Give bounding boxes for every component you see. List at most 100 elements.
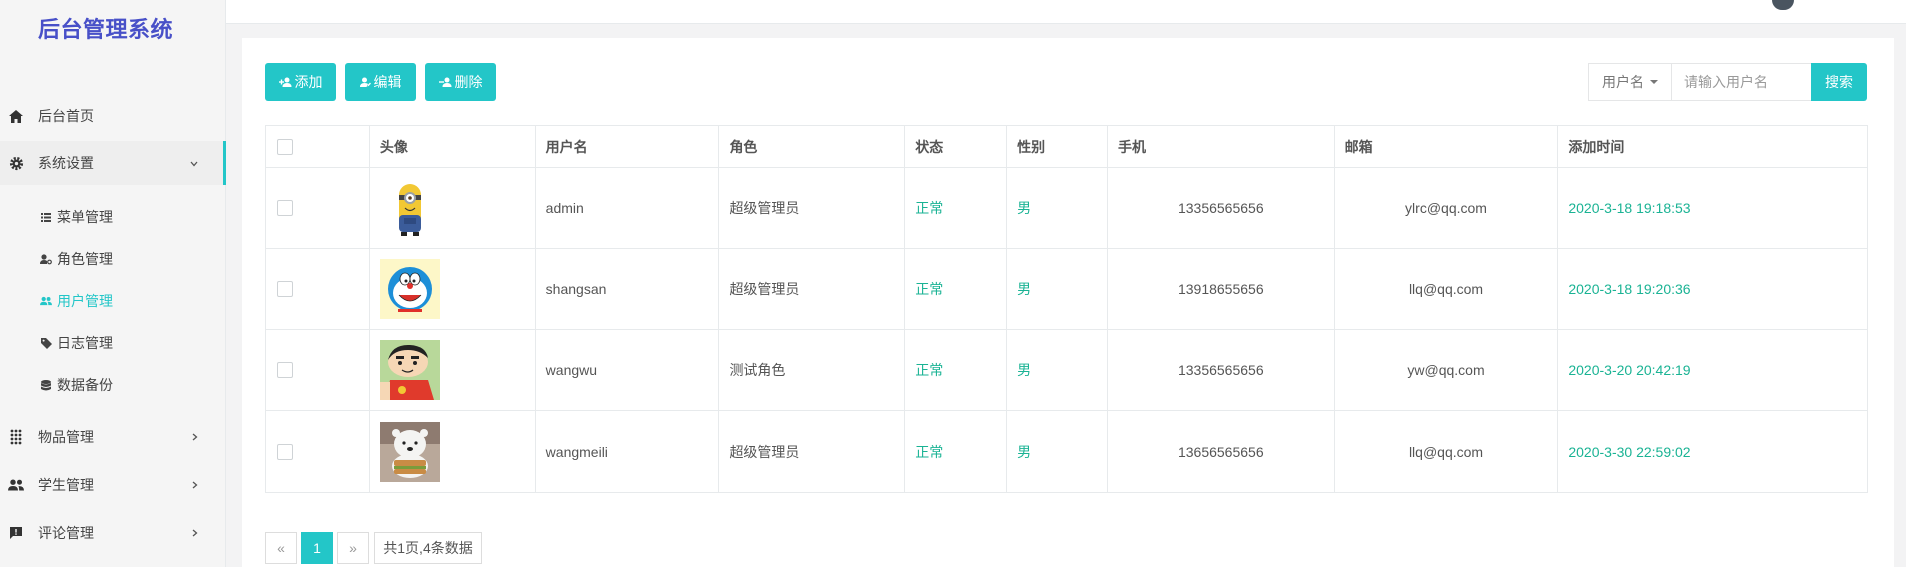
home-icon (8, 108, 24, 124)
main-panel: 添加 编辑 删除 用户名 搜索 头像 用户名 角色 状态 性别 手机 邮箱 添加… (242, 38, 1894, 567)
add-button-label: 添加 (294, 74, 323, 90)
search-field-label: 用户名 (1602, 74, 1644, 90)
pagination-prev[interactable]: « (265, 532, 297, 564)
tag-icon (40, 337, 52, 349)
sidebar-item-role-management[interactable]: 角色管理 (0, 244, 226, 274)
sidebar-item-label: 数据备份 (57, 377, 113, 393)
users-icon (8, 477, 24, 493)
top-bar (226, 0, 1906, 24)
sidebar-item-student-management[interactable]: 学生管理 (0, 463, 226, 507)
user-plus-icon (278, 77, 291, 87)
sidebar-item-label: 学生管理 (38, 477, 94, 493)
sidebar-item-label: 用户管理 (57, 293, 113, 309)
gear-icon (8, 155, 24, 171)
sidebar-item-goods-management[interactable]: 物品管理 (0, 415, 226, 459)
avatar-doraemon (379, 259, 440, 319)
avatar-cell (370, 249, 536, 329)
phone-cell: 13656565656 (1108, 411, 1335, 492)
username-cell: shangsan (536, 249, 720, 329)
avatar-crayon-shin (379, 340, 440, 400)
edit-button-label: 编辑 (373, 74, 402, 90)
user-avatar[interactable] (1772, 0, 1794, 10)
header-select-cell (266, 126, 370, 167)
email-cell: llq@qq.com (1335, 411, 1559, 492)
phone-cell: 13918655656 (1108, 249, 1335, 329)
gender-cell: 男 (1007, 249, 1108, 329)
edit-button[interactable]: 编辑 (345, 63, 416, 101)
row-checkbox[interactable] (277, 443, 293, 460)
phone-cell: 13356565656 (1108, 168, 1335, 248)
delete-button-label: 删除 (454, 74, 483, 90)
column-header-created: 添加时间 (1568, 138, 1625, 155)
sidebar-item-log-management[interactable]: 日志管理 (0, 328, 226, 358)
phone-cell: 13356565656 (1108, 330, 1335, 410)
grid-dots-icon (8, 429, 24, 445)
add-button[interactable]: 添加 (265, 63, 336, 101)
users-table: 头像 用户名 角色 状态 性别 手机 邮箱 添加时间 admin 超级管理员 正… (265, 125, 1868, 493)
select-all-checkbox[interactable] (277, 138, 293, 155)
pagination-page-1[interactable]: 1 (301, 532, 333, 564)
table-header: 头像 用户名 角色 状态 性别 手机 邮箱 添加时间 (266, 126, 1867, 168)
database-icon (40, 379, 52, 391)
status-cell: 正常 (905, 249, 1008, 329)
role-cell: 超级管理员 (719, 249, 906, 329)
sidebar-item-user-management[interactable]: 用户管理 (0, 286, 226, 316)
column-header-gender: 性别 (1007, 126, 1108, 167)
column-header-status: 状态 (905, 126, 1008, 167)
row-checkbox[interactable] (277, 362, 293, 378)
email-cell: ylrc@qq.com (1335, 168, 1559, 248)
sidebar: 后台管理系统 后台首页 系统设置 菜单管理 角色管理 用户管理 日志管理 数据备… (0, 0, 226, 567)
sidebar-item-comment-management[interactable]: 评论管理 (0, 511, 226, 555)
row-select-cell (266, 411, 370, 492)
active-indicator (223, 141, 226, 185)
pagination-next[interactable]: » (337, 532, 369, 564)
column-header-role: 角色 (719, 126, 906, 167)
role-cell: 超级管理员 (719, 411, 906, 492)
username-cell: wangmeili (536, 411, 720, 492)
avatar-minion (379, 178, 440, 238)
app-title: 后台管理系统 (38, 17, 174, 42)
row-checkbox[interactable] (277, 281, 293, 297)
sidebar-item-label: 物品管理 (38, 429, 94, 445)
row-checkbox[interactable] (277, 200, 293, 216)
role-cell: 测试角色 (719, 330, 906, 410)
delete-button[interactable]: 删除 (425, 63, 496, 101)
search-field-select[interactable]: 用户名 (1588, 63, 1671, 101)
user-minus-icon (438, 77, 451, 87)
user-edit-icon (359, 77, 371, 87)
sidebar-item-home[interactable]: 后台首页 (0, 94, 226, 138)
user-key-icon (40, 253, 52, 265)
sidebar-item-label: 角色管理 (57, 251, 113, 267)
created-cell: 2020-3-20 20:42:19 (1568, 362, 1691, 378)
list-icon (40, 211, 52, 223)
row-select-cell (266, 249, 370, 329)
table-row[interactable]: shangsan 超级管理员 正常 男 13918655656 llq@qq.c… (266, 249, 1867, 330)
sidebar-item-system-settings[interactable]: 系统设置 (0, 141, 226, 185)
table-row[interactable]: wangwu 测试角色 正常 男 13356565656 yw@qq.com 2… (266, 330, 1867, 411)
gender-cell: 男 (1007, 411, 1108, 492)
table-row[interactable]: admin 超级管理员 正常 男 13356565656 ylrc@qq.com… (266, 168, 1867, 249)
chevron-right-icon (192, 478, 198, 492)
sidebar-item-label: 菜单管理 (57, 209, 113, 225)
column-header-phone: 手机 (1108, 126, 1335, 167)
chevron-right-icon (192, 526, 198, 540)
email-cell: yw@qq.com (1335, 330, 1559, 410)
sidebar-item-label: 评论管理 (38, 525, 94, 541)
username-cell: wangwu (536, 330, 720, 410)
table-row[interactable]: wangmeili 超级管理员 正常 男 13656565656 llq@qq.… (266, 411, 1867, 492)
row-select-cell (266, 330, 370, 410)
username-cell: admin (536, 168, 720, 248)
created-cell: 2020-3-30 22:59:02 (1568, 443, 1691, 460)
role-cell: 超级管理员 (719, 168, 906, 248)
chevron-right-icon (192, 430, 198, 444)
sidebar-item-data-backup[interactable]: 数据备份 (0, 370, 226, 400)
sidebar-item-menu-management[interactable]: 菜单管理 (0, 202, 226, 232)
users-icon (40, 295, 52, 307)
chevron-down-icon (190, 156, 198, 170)
search-button[interactable]: 搜索 (1811, 63, 1867, 101)
search-input[interactable] (1671, 63, 1811, 101)
gender-cell: 男 (1007, 330, 1108, 410)
avatar-cell (370, 330, 536, 410)
gender-cell: 男 (1007, 168, 1108, 248)
status-cell: 正常 (905, 411, 1008, 492)
